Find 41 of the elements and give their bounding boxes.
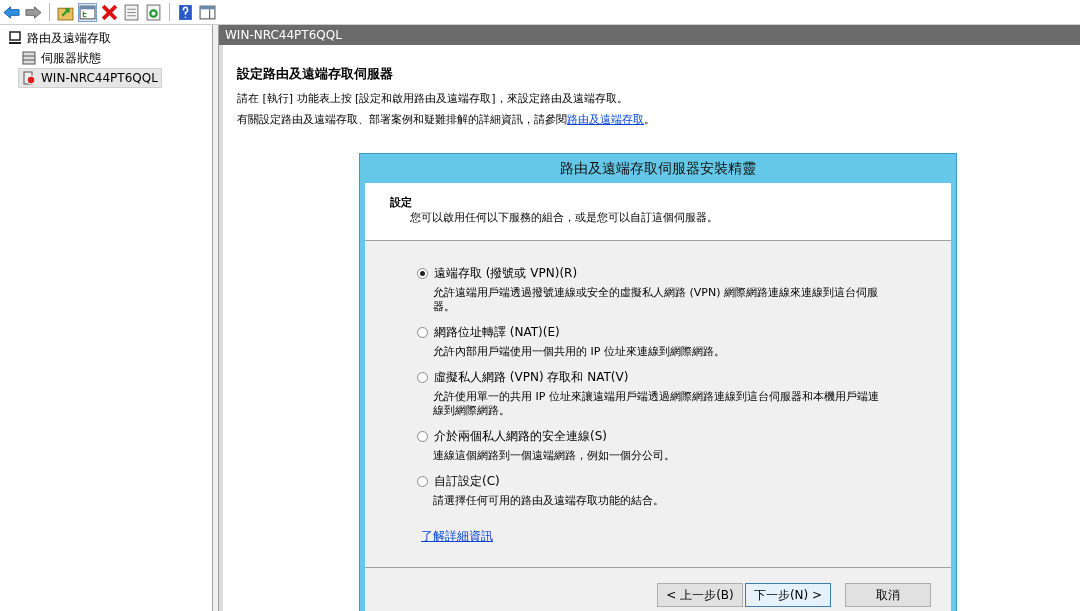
learn-more-link[interactable]: 了解詳細資訊 <box>421 528 493 545</box>
tree-view-icon[interactable] <box>79 3 96 21</box>
option-description: 允許遠端用戶端透過撥號連線或安全的虛擬私人網路 (VPN) 網際網路連線來連線到這台伺服器。 <box>432 285 879 314</box>
option-description: 連線這個網路到一個遠端網路，例如一個分公司。 <box>432 448 676 463</box>
properties-icon[interactable] <box>123 3 140 21</box>
radio-button[interactable] <box>417 327 428 338</box>
radio-button[interactable] <box>417 476 428 487</box>
radio-button[interactable] <box>417 431 428 442</box>
option-label: 虛擬私人網路 (VPN) 存取和 NAT(V) <box>434 369 629 386</box>
option-description: 允許使用單一的共用 IP 位址來讓遠端用戶端透過網際網路連線到這台伺服器和本機用戶端連線到網際網路。 <box>432 389 880 418</box>
cancel-button[interactable]: 取消 <box>845 583 931 607</box>
help-icon[interactable] <box>177 3 194 21</box>
option-label: 遠端存取 (撥號或 VPN)(R) <box>434 265 578 282</box>
option-description: 允許內部用戶端使用一個共用的 IP 位址來連線到網際網路。 <box>432 344 726 359</box>
refresh-icon[interactable] <box>145 3 162 21</box>
action-pane-icon[interactable] <box>199 3 216 21</box>
option-description: 請選擇任何可用的路由及遠端存取功能的結合。 <box>432 493 665 508</box>
radio-button[interactable] <box>417 268 428 279</box>
option-label: 介於兩個私人網路的安全連線(S) <box>434 428 607 445</box>
option-label: 網路位址轉譯 (NAT)(E) <box>434 324 560 341</box>
help-link[interactable]: 路由及遠端存取 <box>567 113 644 126</box>
pane-title: WIN-NRC44PT6QQL <box>219 25 1080 45</box>
info-text: 有關設定路由及遠端存取、部署案例和疑難排解的詳細資訊，請參閱路由及遠端存取。 <box>237 112 656 127</box>
instruction-text: 請在 [執行] 功能表上按 [設定和啟用路由及遠端存取]，來設定路由及遠端存取。 <box>237 91 629 106</box>
back-button[interactable]: < 上一步(B) <box>657 583 743 607</box>
next-button[interactable]: 下一步(N) > <box>745 583 831 607</box>
option-label: 自訂設定(C) <box>434 473 500 490</box>
dialog-title: 路由及遠端存取伺服器安裝精靈 <box>559 159 757 178</box>
forward-arrow-icon[interactable] <box>25 3 42 21</box>
section-title: 設定 <box>390 195 413 210</box>
tree-item[interactable]: WIN-NRC44PT6QQL <box>18 68 162 88</box>
back-arrow-icon[interactable] <box>3 3 20 21</box>
delete-icon[interactable] <box>101 3 118 21</box>
server-icon <box>22 51 36 65</box>
radio-button[interactable] <box>417 372 428 383</box>
tree-item[interactable]: 伺服器狀態 <box>18 48 105 68</box>
section-subtitle: 您可以啟用任何以下服務的組合，或是您可以自訂這個伺服器。 <box>409 210 719 225</box>
page-heading: 設定路由及遠端存取伺服器 <box>237 65 394 83</box>
server-stopped-icon <box>22 71 36 85</box>
tree-item[interactable]: 路由及遠端存取 <box>4 28 115 48</box>
computer-icon <box>8 31 22 45</box>
